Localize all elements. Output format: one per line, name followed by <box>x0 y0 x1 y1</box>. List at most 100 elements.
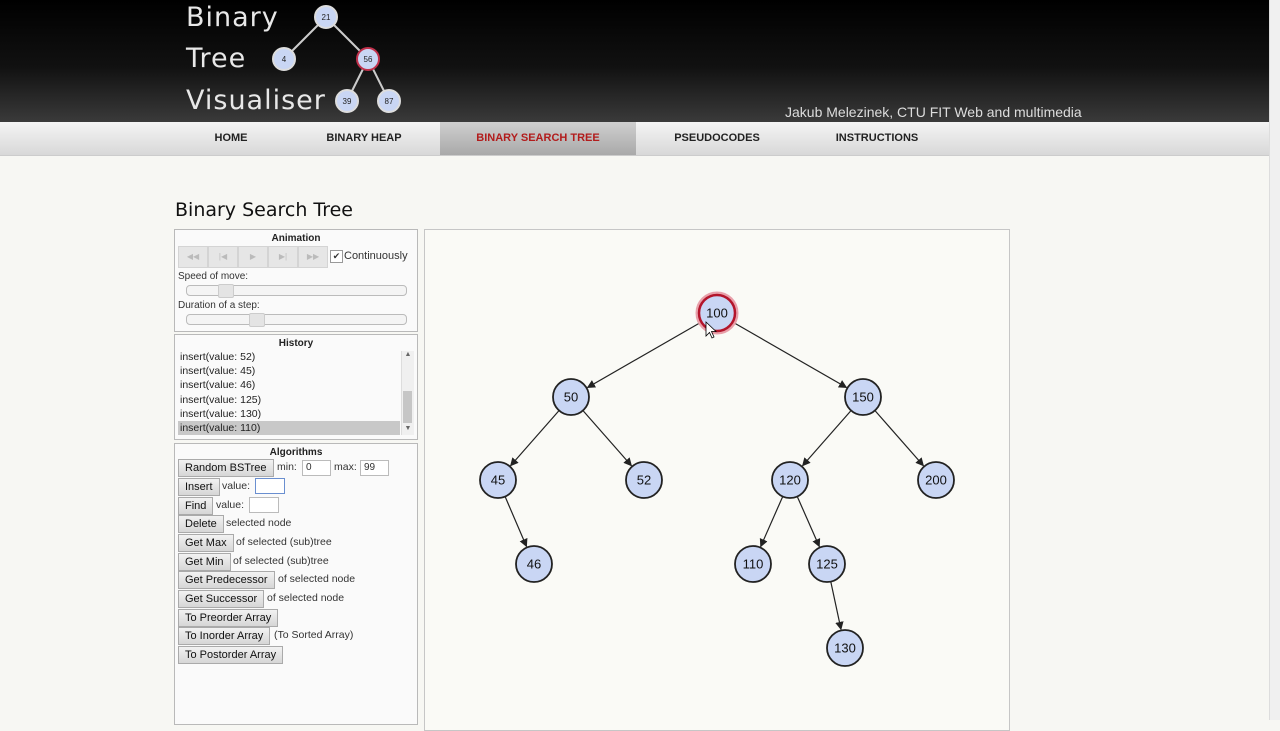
logo-node: 87 <box>377 89 401 113</box>
get-successor-button[interactable]: Get Successor <box>178 590 265 608</box>
continuously-checkbox[interactable]: ✔ <box>330 250 343 263</box>
insert-value-label: value: <box>222 480 251 492</box>
step-forward-icon[interactable]: ▶| <box>268 246 298 268</box>
play-icon[interactable]: ▶ <box>238 246 268 268</box>
scroll-down-icon[interactable]: ▼ <box>402 425 414 435</box>
tree-node[interactable]: 120 <box>771 461 809 499</box>
tree-node[interactable]: 45 <box>479 461 517 499</box>
tree-node[interactable]: 200 <box>917 461 955 499</box>
nav-binary-search-tree[interactable]: BINARY SEARCH TREE <box>440 122 636 155</box>
history-item[interactable]: insert(value: 52) <box>178 350 400 364</box>
get-min-button[interactable]: Get Min <box>178 553 231 571</box>
tree-node[interactable]: 50 <box>552 378 590 416</box>
speed-slider-thumb[interactable] <box>217 284 234 298</box>
tree-node-label: 120 <box>779 473 801 488</box>
tree-node[interactable]: 130 <box>826 629 864 667</box>
svg-text:56: 56 <box>364 55 373 64</box>
tree-node-label: 52 <box>637 473 651 488</box>
nav-instructions[interactable]: INSTRUCTIONS <box>812 122 942 155</box>
logo-node: 4 <box>272 47 296 71</box>
tree-node[interactable]: 110 <box>734 545 772 583</box>
main-nav: HOME BINARY HEAP BINARY SEARCH TREE PSEU… <box>0 122 1270 156</box>
site-header: 21 4 56 39 87 Binary Tree Visualiser Jak… <box>0 0 1270 122</box>
get-predecessor-button[interactable]: Get Predecessor <box>178 571 275 589</box>
logo-word-tree: Tree <box>186 43 247 74</box>
duration-slider[interactable] <box>186 313 407 327</box>
tree-canvas[interactable]: 100 50 150 45 52 120 200 46 110 125 130 <box>424 229 1010 731</box>
history-item[interactable]: insert(value: 125) <box>178 393 400 407</box>
tree-node-label: 45 <box>491 473 505 488</box>
history-item[interactable]: insert(value: 45) <box>178 364 400 378</box>
scroll-up-icon[interactable]: ▲ <box>402 351 414 361</box>
history-scroll-thumb[interactable] <box>403 391 412 423</box>
tree-edge <box>830 581 844 631</box>
tree-edge <box>586 321 702 389</box>
duration-slider-thumb[interactable] <box>248 313 265 327</box>
delete-button[interactable]: Delete <box>178 515 224 533</box>
history-item[interactable]: insert(value: 110) <box>178 420 400 436</box>
insert-button[interactable]: Insert <box>178 478 220 496</box>
tree-node[interactable]: 150 <box>844 378 882 416</box>
random-bstree-button[interactable]: Random BSTree <box>178 459 274 477</box>
max-input[interactable]: 99 <box>360 460 389 476</box>
insert-value-input[interactable] <box>255 478 285 494</box>
svg-text:39: 39 <box>343 97 352 106</box>
tree-graphic[interactable]: 100 50 150 45 52 120 200 46 110 125 130 <box>425 230 1009 720</box>
tree-edge <box>732 321 848 389</box>
get-successor-desc: of selected node <box>267 592 345 604</box>
tree-node[interactable]: 52 <box>625 461 663 499</box>
max-label: max: <box>334 461 357 473</box>
tree-edge <box>874 410 925 467</box>
get-min-desc: of selected (sub)tree <box>233 555 329 567</box>
rewind-icon[interactable]: ◀◀ <box>178 246 208 268</box>
page-title: Binary Search Tree <box>175 199 353 221</box>
nav-binary-heap[interactable]: BINARY HEAP <box>300 122 428 155</box>
logo-word-visualiser: Visualiser <box>186 85 326 116</box>
tree-edge <box>801 410 852 467</box>
min-input[interactable]: 0 <box>302 460 331 476</box>
tree-node[interactable]: 100 <box>695 291 739 335</box>
step-back-icon[interactable]: |◀ <box>208 246 238 268</box>
svg-text:87: 87 <box>385 97 394 106</box>
tree-node-label: 130 <box>834 641 856 656</box>
history-item[interactable]: insert(value: 46) <box>178 378 400 392</box>
tree-edge <box>582 410 633 467</box>
history-item[interactable]: insert(value: 130) <box>178 407 400 421</box>
animation-title: Animation <box>271 233 321 244</box>
tree-node-label: 50 <box>564 390 578 405</box>
speed-label: Speed of move: <box>178 271 249 282</box>
tree-edge <box>796 496 821 548</box>
to-inorder-desc: (To Sorted Array) <box>274 629 354 641</box>
tree-edge <box>509 410 560 467</box>
nav-pseudocodes[interactable]: PSEUDOCODES <box>652 122 782 155</box>
tree-node[interactable]: 125 <box>808 545 846 583</box>
tree-node-label: 110 <box>743 557 764 572</box>
page-scrollbar[interactable] <box>1269 0 1280 720</box>
logo-node: 56 <box>356 47 380 71</box>
tree-edge <box>504 496 528 548</box>
to-postorder-button[interactable]: To Postorder Array <box>178 646 284 664</box>
logo-node: 21 <box>314 5 338 29</box>
find-button[interactable]: Find <box>178 497 214 515</box>
history-list[interactable]: insert(value: 52) insert(value: 45) insert… <box>178 350 400 436</box>
history-title: History <box>278 338 314 349</box>
tree-node-label: 200 <box>925 473 947 488</box>
speed-slider[interactable] <box>186 284 407 298</box>
algorithms-title: Algorithms <box>269 447 323 458</box>
find-value-input[interactable] <box>249 497 279 513</box>
svg-text:4: 4 <box>282 55 287 64</box>
to-preorder-button[interactable]: To Preorder Array <box>178 609 279 627</box>
history-scrollbar[interactable]: ▲ ▼ <box>401 351 414 435</box>
continuously-label: Continuously <box>344 250 408 262</box>
to-inorder-button[interactable]: To Inorder Array <box>178 627 271 645</box>
tree-node[interactable]: 46 <box>515 545 553 583</box>
get-max-button[interactable]: Get Max <box>178 534 234 552</box>
fast-forward-icon[interactable]: ▶▶ <box>298 246 328 268</box>
get-predecessor-desc: of selected node <box>278 573 356 585</box>
tree-node-label: 125 <box>816 557 838 572</box>
tree-node-label: 150 <box>852 390 874 405</box>
delete-desc: selected node <box>226 517 292 529</box>
nav-home[interactable]: HOME <box>186 122 276 155</box>
logo-node: 39 <box>335 89 359 113</box>
logo-word-binary: Binary <box>186 2 279 33</box>
